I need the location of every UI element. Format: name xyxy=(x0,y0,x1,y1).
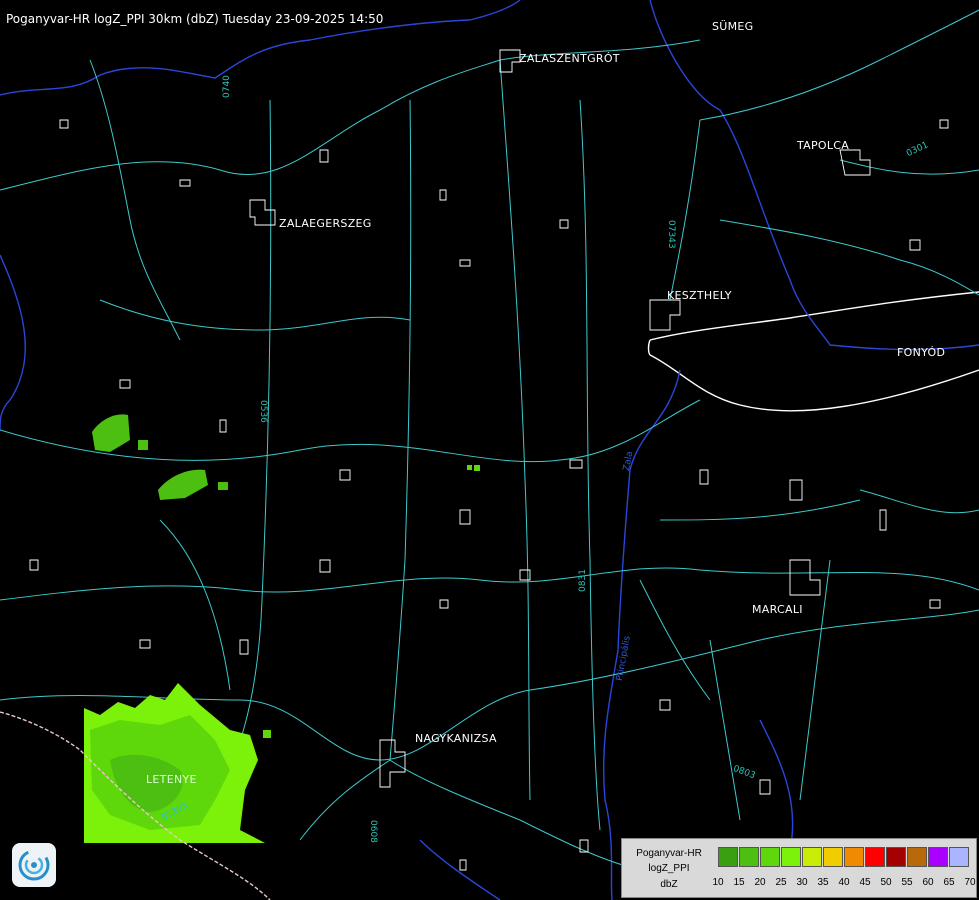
legend-swatch xyxy=(823,847,843,867)
legend-swatch xyxy=(760,847,780,867)
city-label-zalaszentgrot: ZALASZENTGRÓT xyxy=(519,52,620,65)
legend-swatch xyxy=(718,847,738,867)
road-label-07343: 07343 xyxy=(666,220,676,249)
legend-swatch xyxy=(781,847,801,867)
road-label-0608: 0608 xyxy=(368,820,378,843)
legend-swatch xyxy=(844,847,864,867)
city-label-tapolca: TAPOLCA xyxy=(797,139,850,152)
radar-echoes xyxy=(84,414,480,843)
legend-swatch xyxy=(865,847,885,867)
legend-swatch xyxy=(802,847,822,867)
legend-unit: dbZ xyxy=(660,879,678,890)
city-label-letenye: LETENYE xyxy=(146,773,197,786)
road-label-0536: 0536 xyxy=(258,400,268,423)
legend-swatch xyxy=(928,847,948,867)
city-label-fonyod: FONYÓD xyxy=(897,346,946,359)
radar-map xyxy=(0,0,979,900)
map-title: Poganyvar-HR logZ_PPI 30km (dbZ) Tuesday… xyxy=(6,12,384,26)
city-label-nagykanizsa: NAGYKANIZSA xyxy=(415,732,497,745)
legend-title-line2: logZ_PPI xyxy=(648,863,690,874)
radar-logo-icon xyxy=(12,843,56,887)
legend-tick-label: 70 xyxy=(964,877,976,888)
city-label-marcali: MARCALI xyxy=(752,603,803,616)
road-label-0740: 0740 xyxy=(222,75,232,98)
city-label-sumeg: SÜMEG xyxy=(712,20,754,33)
city-label-zalaegerszeg: ZALAEGERSZEG xyxy=(279,217,372,230)
dbz-legend: Poganyvar-HR logZ_PPI dbZ 10 15 20 25 30 35 40… xyxy=(621,838,977,898)
legend-title-line1: Poganyvar-HR xyxy=(636,848,702,859)
legend-swatch xyxy=(907,847,927,867)
city-label-keszthely: KESZTHELY xyxy=(667,289,732,302)
legend-swatch xyxy=(949,847,969,867)
road-label-0831: 0831 xyxy=(578,569,588,592)
legend-swatch xyxy=(886,847,906,867)
legend-swatch xyxy=(739,847,759,867)
